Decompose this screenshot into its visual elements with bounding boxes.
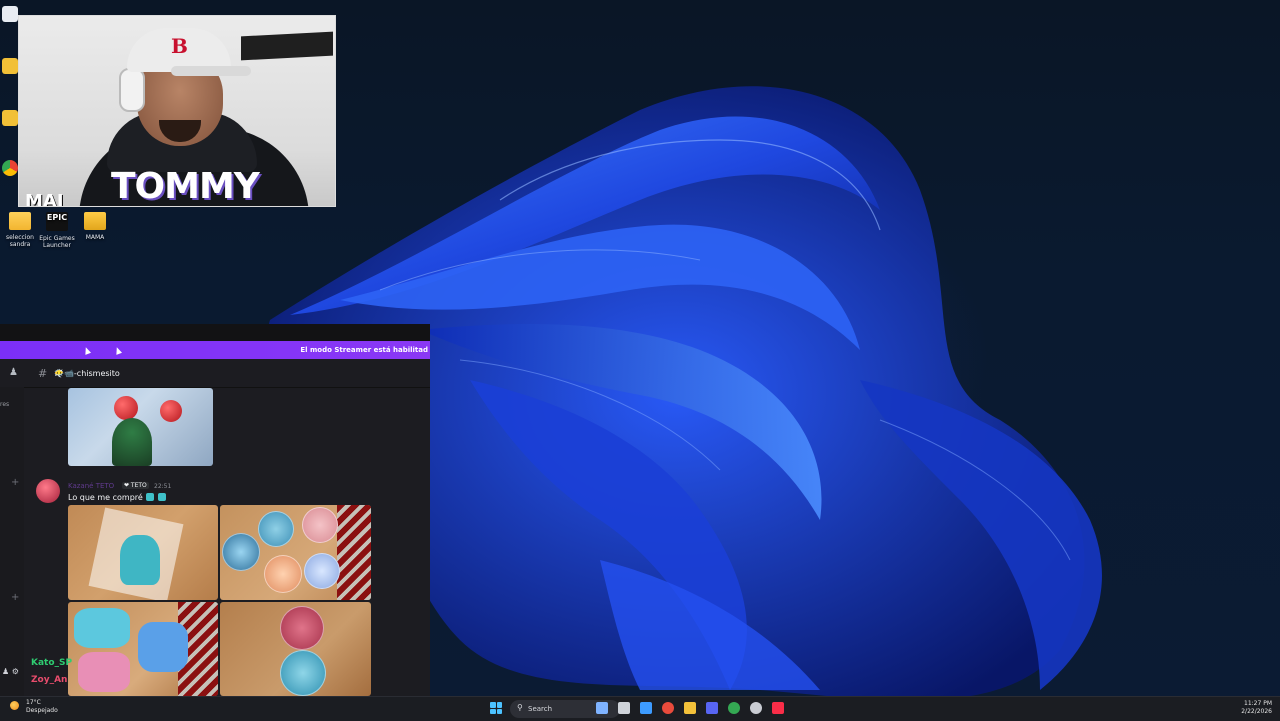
browser-icon[interactable] <box>728 702 740 714</box>
chrome-icon[interactable] <box>662 702 674 714</box>
pin-badge <box>258 511 294 547</box>
desktop-icon-epic-games[interactable]: EPIC Epic Games Launcher <box>37 212 77 249</box>
discord-window[interactable]: El modo Streamer está habilitad ♟ # 😶‍🌫️… <box>0 324 430 696</box>
system-clock[interactable]: 11:27 PM 2/22/2026 <box>1241 700 1272 716</box>
folder-icon <box>84 212 106 230</box>
cursor-icon <box>82 346 92 355</box>
folder-icon <box>9 212 31 230</box>
windows-logo-icon <box>496 702 502 708</box>
epic-games-icon: EPIC <box>46 212 68 231</box>
weather-sun-icon <box>10 701 19 710</box>
image-attachment[interactable] <box>68 505 218 600</box>
file-explorer-icon[interactable] <box>684 702 696 714</box>
red-ball <box>114 396 138 420</box>
pin-badge <box>302 507 338 543</box>
hash-icon: # <box>38 367 48 380</box>
image-attachment[interactable] <box>68 388 213 466</box>
avatar[interactable] <box>36 479 60 503</box>
clock-time: 11:27 PM <box>1244 700 1272 707</box>
overlay-tag: MAI <box>25 191 64 207</box>
fabric <box>337 505 371 600</box>
message-text: Lo que me compré <box>68 493 166 502</box>
desktop-icon-label: MAMA <box>85 234 105 241</box>
desktop-icon-label: Epic Games Launcher <box>39 235 75 249</box>
weather-temp: 17°C <box>26 699 41 706</box>
message-timestamp: 22:51 <box>154 483 172 490</box>
keychain-figure <box>120 535 160 585</box>
taskbar: 17°C Despejado ⚲ Search 11:27 PM 2/22/20… <box>0 696 1280 721</box>
wall-shelf <box>241 31 333 61</box>
start-button[interactable] <box>490 702 502 714</box>
channel-name: 😶‍🌫️📹-chismesito <box>54 369 120 378</box>
pin-badge <box>280 650 326 696</box>
chrome-icon[interactable] <box>2 160 18 176</box>
mail-icon[interactable] <box>640 702 652 714</box>
webcam-overlay: B TOMMY MAI <box>18 15 336 207</box>
clock-date: 2/22/2026 <box>1241 708 1272 715</box>
red-ball <box>160 400 182 422</box>
emoji-icon <box>146 493 155 501</box>
widgets-icon[interactable] <box>596 702 608 714</box>
desktop-folder-icon[interactable] <box>2 58 18 74</box>
image-attachment[interactable] <box>220 505 371 600</box>
discord-icon[interactable] <box>706 702 718 714</box>
pin-badge <box>280 606 324 650</box>
members-icon[interactable]: ♟ <box>9 368 19 378</box>
image-attachment[interactable] <box>68 602 218 696</box>
cap-logo: B <box>171 34 188 58</box>
weather-widget[interactable]: 17°C Despejado <box>10 699 58 715</box>
image-attachment[interactable] <box>220 602 371 696</box>
emoji-icon <box>157 493 166 501</box>
message-author[interactable]: Kazané TETO <box>68 482 114 490</box>
streamer-mode-text: El modo Streamer está habilitad <box>300 346 428 354</box>
role-badge: ❤ TETO <box>122 482 149 489</box>
sticker <box>74 608 130 648</box>
windows-logo-icon <box>490 708 496 714</box>
voice-user[interactable]: Zoy_An <box>31 675 67 685</box>
sticker <box>138 622 188 672</box>
message-content: Lo que me compré <box>68 493 143 502</box>
windows-logo-icon <box>490 702 496 708</box>
voice-user[interactable]: Kato_SP <box>31 658 72 668</box>
pin-badge <box>222 533 260 571</box>
settings-icon[interactable] <box>750 702 762 714</box>
search-placeholder: Search <box>528 705 553 713</box>
cap-visor <box>171 66 251 76</box>
user-settings-icon[interactable]: ♟ ⚙ <box>2 667 19 676</box>
pin-badge <box>304 553 340 589</box>
desktop-icon-mama[interactable]: MAMA <box>75 212 115 241</box>
desktop-icon-label: seleccion sandra <box>6 234 34 248</box>
shirt-text: TOMMY <box>111 166 260 207</box>
music-icon[interactable] <box>772 702 784 714</box>
sticker <box>78 652 130 692</box>
channel-header: ♟ # 😶‍🌫️📹-chismesito <box>0 359 430 388</box>
window-titlebar[interactable] <box>0 324 430 341</box>
desktop-folder-icon[interactable] <box>2 110 18 126</box>
figure <box>112 418 152 466</box>
weather-desc: Despejado <box>26 707 58 714</box>
streamer-mode-banner: El modo Streamer está habilitad <box>0 341 430 359</box>
cursor-icon <box>113 346 123 355</box>
pin-badge <box>264 555 302 593</box>
windows-logo-icon <box>496 708 502 714</box>
desktop-file-icon[interactable] <box>2 6 18 22</box>
message-list: Kazané TETO ❤ TETO 22:51 Lo que me compr… <box>0 387 430 696</box>
headset-icon <box>119 68 145 112</box>
task-view-icon[interactable] <box>618 702 630 714</box>
search-icon: ⚲ <box>517 703 523 712</box>
desktop-icon-seleccion-sandra[interactable]: seleccion sandra <box>0 212 40 248</box>
